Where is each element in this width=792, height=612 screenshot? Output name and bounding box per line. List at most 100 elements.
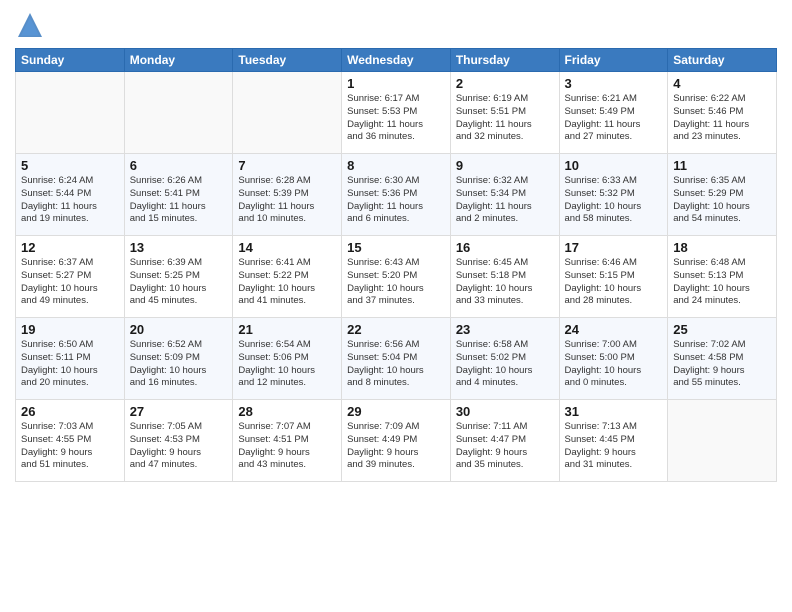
weekday-header-row: SundayMondayTuesdayWednesdayThursdayFrid… [16, 49, 777, 72]
weekday-header-monday: Monday [124, 49, 233, 72]
day-info: Sunrise: 6:37 AM Sunset: 5:27 PM Dayligh… [21, 257, 119, 308]
day-number: 18 [673, 240, 771, 255]
week-row-3: 12 Sunrise: 6:37 AM Sunset: 5:27 PM Dayli… [16, 236, 777, 318]
day-number: 25 [673, 322, 771, 337]
day-info: Sunrise: 6:45 AM Sunset: 5:18 PM Dayligh… [456, 257, 554, 308]
calendar-cell: 18 Sunrise: 6:48 AM Sunset: 5:13 PM Dayli… [668, 236, 777, 318]
calendar-cell: 8 Sunrise: 6:30 AM Sunset: 5:36 PM Daylig… [342, 154, 451, 236]
calendar-cell [668, 400, 777, 482]
calendar-cell: 25 Sunrise: 7:02 AM Sunset: 4:58 PM Dayli… [668, 318, 777, 400]
day-number: 13 [130, 240, 228, 255]
day-info: Sunrise: 6:32 AM Sunset: 5:34 PM Dayligh… [456, 175, 554, 226]
week-row-5: 26 Sunrise: 7:03 AM Sunset: 4:55 PM Dayli… [16, 400, 777, 482]
calendar-cell: 3 Sunrise: 6:21 AM Sunset: 5:49 PM Daylig… [559, 72, 668, 154]
calendar-cell: 11Sunrise: 6:35 AM Sunset: 5:29 PM Dayli… [668, 154, 777, 236]
calendar-cell: 29 Sunrise: 7:09 AM Sunset: 4:49 PM Dayli… [342, 400, 451, 482]
calendar-cell: 20 Sunrise: 6:52 AM Sunset: 5:09 PM Dayli… [124, 318, 233, 400]
day-info: Sunrise: 6:33 AM Sunset: 5:32 PM Dayligh… [565, 175, 663, 226]
day-number: 7 [238, 158, 336, 173]
day-info: Sunrise: 6:21 AM Sunset: 5:49 PM Dayligh… [565, 93, 663, 144]
day-info: Sunrise: 6:22 AM Sunset: 5:46 PM Dayligh… [673, 93, 771, 144]
day-info: Sunrise: 7:07 AM Sunset: 4:51 PM Dayligh… [238, 421, 336, 472]
calendar-cell [16, 72, 125, 154]
calendar-cell: 14Sunrise: 6:41 AM Sunset: 5:22 PM Dayli… [233, 236, 342, 318]
day-number: 22 [347, 322, 445, 337]
day-number: 3 [565, 76, 663, 91]
day-number: 17 [565, 240, 663, 255]
day-number: 29 [347, 404, 445, 419]
calendar-cell [124, 72, 233, 154]
calendar-cell: 17 Sunrise: 6:46 AM Sunset: 5:15 PM Dayli… [559, 236, 668, 318]
calendar-cell: 24Sunrise: 7:00 AM Sunset: 5:00 PM Dayli… [559, 318, 668, 400]
calendar-cell: 28 Sunrise: 7:07 AM Sunset: 4:51 PM Dayli… [233, 400, 342, 482]
day-info: Sunrise: 6:26 AM Sunset: 5:41 PM Dayligh… [130, 175, 228, 226]
weekday-header-friday: Friday [559, 49, 668, 72]
day-info: Sunrise: 6:56 AM Sunset: 5:04 PM Dayligh… [347, 339, 445, 390]
day-number: 16 [456, 240, 554, 255]
logo [15, 10, 49, 40]
calendar-cell: 7 Sunrise: 6:28 AM Sunset: 5:39 PM Daylig… [233, 154, 342, 236]
day-number: 6 [130, 158, 228, 173]
calendar-cell: 9Sunrise: 6:32 AM Sunset: 5:34 PM Daylig… [450, 154, 559, 236]
weekday-header-wednesday: Wednesday [342, 49, 451, 72]
day-number: 30 [456, 404, 554, 419]
page-container: SundayMondayTuesdayWednesdayThursdayFrid… [0, 0, 792, 612]
calendar-cell: 4 Sunrise: 6:22 AM Sunset: 5:46 PM Daylig… [668, 72, 777, 154]
day-number: 8 [347, 158, 445, 173]
calendar-cell: 5 Sunrise: 6:24 AM Sunset: 5:44 PM Daylig… [16, 154, 125, 236]
day-number: 23 [456, 322, 554, 337]
day-info: Sunrise: 6:52 AM Sunset: 5:09 PM Dayligh… [130, 339, 228, 390]
calendar-cell: 16 Sunrise: 6:45 AM Sunset: 5:18 PM Dayli… [450, 236, 559, 318]
weekday-header-thursday: Thursday [450, 49, 559, 72]
day-number: 2 [456, 76, 554, 91]
day-info: Sunrise: 7:02 AM Sunset: 4:58 PM Dayligh… [673, 339, 771, 390]
calendar-cell: 1Sunrise: 6:17 AM Sunset: 5:53 PM Daylig… [342, 72, 451, 154]
calendar-cell: 2 Sunrise: 6:19 AM Sunset: 5:51 PM Daylig… [450, 72, 559, 154]
calendar-cell: 23 Sunrise: 6:58 AM Sunset: 5:02 PM Dayli… [450, 318, 559, 400]
day-info: Sunrise: 6:24 AM Sunset: 5:44 PM Dayligh… [21, 175, 119, 226]
day-number: 11 [673, 158, 771, 173]
day-number: 21 [238, 322, 336, 337]
day-number: 19 [21, 322, 119, 337]
day-info: Sunrise: 6:30 AM Sunset: 5:36 PM Dayligh… [347, 175, 445, 226]
day-info: Sunrise: 7:09 AM Sunset: 4:49 PM Dayligh… [347, 421, 445, 472]
day-info: Sunrise: 6:39 AM Sunset: 5:25 PM Dayligh… [130, 257, 228, 308]
week-row-4: 19Sunrise: 6:50 AM Sunset: 5:11 PM Dayli… [16, 318, 777, 400]
day-info: Sunrise: 6:48 AM Sunset: 5:13 PM Dayligh… [673, 257, 771, 308]
day-number: 5 [21, 158, 119, 173]
week-row-2: 5 Sunrise: 6:24 AM Sunset: 5:44 PM Daylig… [16, 154, 777, 236]
day-number: 26 [21, 404, 119, 419]
day-info: Sunrise: 6:58 AM Sunset: 5:02 PM Dayligh… [456, 339, 554, 390]
day-number: 27 [130, 404, 228, 419]
calendar-cell: 6 Sunrise: 6:26 AM Sunset: 5:41 PM Daylig… [124, 154, 233, 236]
page-header [15, 10, 777, 40]
day-info: Sunrise: 7:03 AM Sunset: 4:55 PM Dayligh… [21, 421, 119, 472]
day-number: 28 [238, 404, 336, 419]
day-number: 20 [130, 322, 228, 337]
calendar-cell: 21Sunrise: 6:54 AM Sunset: 5:06 PM Dayli… [233, 318, 342, 400]
day-info: Sunrise: 6:19 AM Sunset: 5:51 PM Dayligh… [456, 93, 554, 144]
calendar-cell: 22 Sunrise: 6:56 AM Sunset: 5:04 PM Dayli… [342, 318, 451, 400]
calendar-cell: 12 Sunrise: 6:37 AM Sunset: 5:27 PM Dayli… [16, 236, 125, 318]
day-number: 31 [565, 404, 663, 419]
day-number: 4 [673, 76, 771, 91]
calendar-cell: 30 Sunrise: 7:11 AM Sunset: 4:47 PM Dayli… [450, 400, 559, 482]
day-info: Sunrise: 6:43 AM Sunset: 5:20 PM Dayligh… [347, 257, 445, 308]
day-info: Sunrise: 6:28 AM Sunset: 5:39 PM Dayligh… [238, 175, 336, 226]
calendar-cell: 13 Sunrise: 6:39 AM Sunset: 5:25 PM Dayli… [124, 236, 233, 318]
day-info: Sunrise: 7:11 AM Sunset: 4:47 PM Dayligh… [456, 421, 554, 472]
day-info: Sunrise: 7:00 AM Sunset: 5:00 PM Dayligh… [565, 339, 663, 390]
day-number: 15 [347, 240, 445, 255]
day-number: 12 [21, 240, 119, 255]
calendar-cell: 31Sunrise: 7:13 AM Sunset: 4:45 PM Dayli… [559, 400, 668, 482]
calendar-cell [233, 72, 342, 154]
day-info: Sunrise: 6:46 AM Sunset: 5:15 PM Dayligh… [565, 257, 663, 308]
calendar-cell: 19Sunrise: 6:50 AM Sunset: 5:11 PM Dayli… [16, 318, 125, 400]
calendar-cell: 27Sunrise: 7:05 AM Sunset: 4:53 PM Dayli… [124, 400, 233, 482]
calendar-cell: 15 Sunrise: 6:43 AM Sunset: 5:20 PM Dayli… [342, 236, 451, 318]
day-info: Sunrise: 6:41 AM Sunset: 5:22 PM Dayligh… [238, 257, 336, 308]
day-info: Sunrise: 6:17 AM Sunset: 5:53 PM Dayligh… [347, 93, 445, 144]
weekday-header-sunday: Sunday [16, 49, 125, 72]
calendar-cell: 10Sunrise: 6:33 AM Sunset: 5:32 PM Dayli… [559, 154, 668, 236]
calendar-cell: 26 Sunrise: 7:03 AM Sunset: 4:55 PM Dayli… [16, 400, 125, 482]
